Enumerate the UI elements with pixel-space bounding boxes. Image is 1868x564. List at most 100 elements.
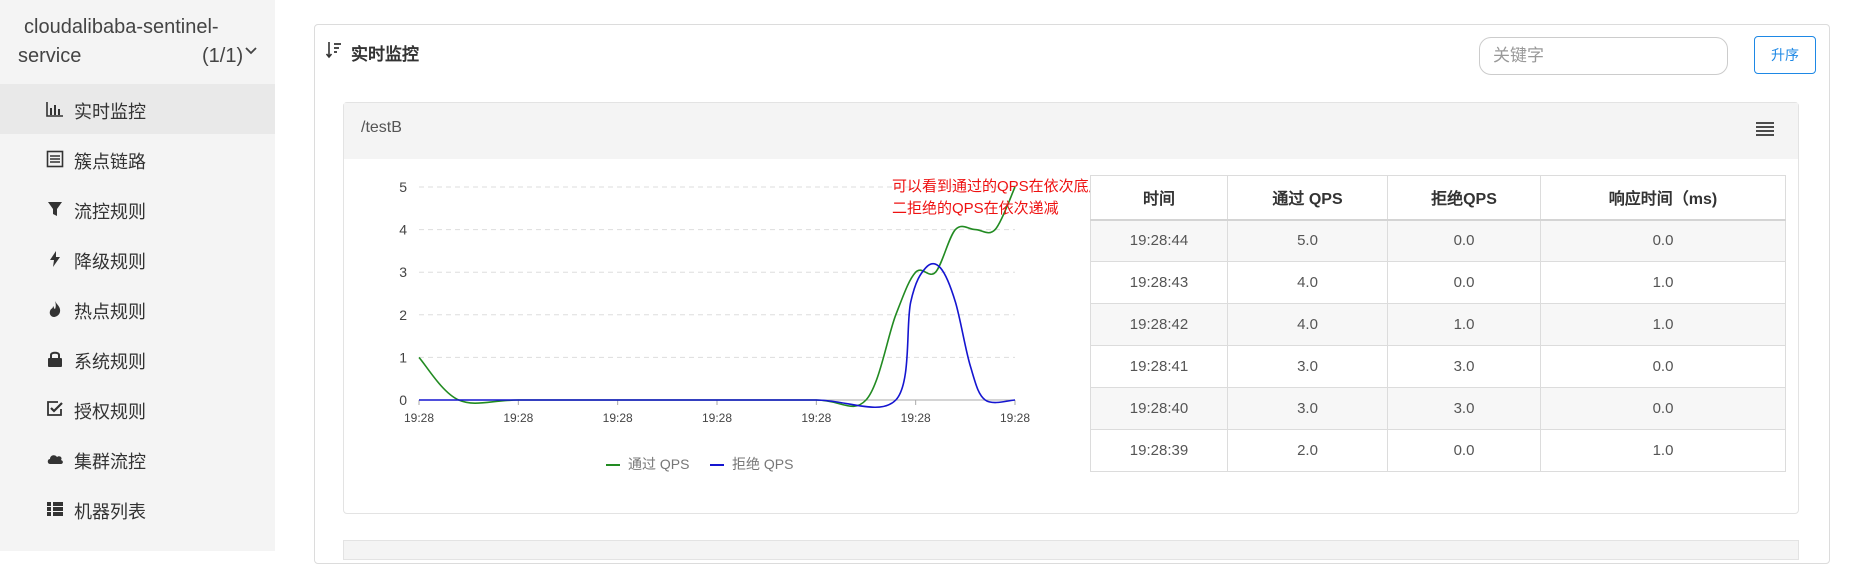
cloud-icon <box>47 455 63 464</box>
column-header: 时间 <box>1090 175 1228 221</box>
app-name: cloudalibaba-sentinel- <box>24 16 219 38</box>
sort-amount-icon <box>326 42 341 59</box>
y-tick-label: 0 <box>399 392 407 408</box>
resource-name: /testB <box>361 119 402 136</box>
y-tick-label: 4 <box>399 222 407 238</box>
table-cell: 0.0 <box>1540 219 1786 262</box>
legend-swatch <box>710 464 724 467</box>
y-tick-label: 3 <box>399 264 407 280</box>
x-tick-label: 19:28 <box>404 411 434 425</box>
sidebar-item-system-rules[interactable]: 系统规则 <box>0 334 275 384</box>
table-cell: 0.0 <box>1387 261 1541 304</box>
sidebar-item-label: 流控规则 <box>74 202 146 222</box>
legend-pass-qps[interactable]: 通过 QPS <box>606 454 689 474</box>
sidebar-item-cluster-link[interactable]: 簇点链路 <box>0 134 275 184</box>
table-cell: 1.0 <box>1540 429 1786 472</box>
x-tick-label: 19:28 <box>1000 411 1030 425</box>
x-tick-label: 19:28 <box>503 411 533 425</box>
sidebar-item-label: 机器列表 <box>74 502 146 522</box>
column-header: 响应时间（ms) <box>1540 175 1786 221</box>
table-cell: 3.0 <box>1227 387 1388 430</box>
sidebar-item-label: 系统规则 <box>74 352 146 372</box>
sidebar: cloudalibaba-sentinel- service (1/1) 实时监… <box>0 0 275 551</box>
app-header[interactable]: cloudalibaba-sentinel- service (1/1) <box>0 0 275 84</box>
resource-card-header <box>344 103 1798 159</box>
list-icon <box>46 150 64 168</box>
table-cell: 3.0 <box>1387 387 1541 430</box>
legend-swatch <box>606 464 620 467</box>
table-cell: 19:28:42 <box>1090 303 1228 346</box>
block-qps-line <box>418 262 1016 409</box>
menu-icon[interactable] <box>1756 121 1774 137</box>
x-tick-label: 19:28 <box>603 411 633 425</box>
bolt-icon <box>50 251 60 267</box>
table-cell: 3.0 <box>1387 345 1541 388</box>
x-tick-label: 19:28 <box>702 411 732 425</box>
lock-icon <box>48 351 62 367</box>
chevron-down-icon[interactable] <box>244 44 258 58</box>
sidebar-item-degrade-rules[interactable]: 降级规则 <box>0 234 275 284</box>
sidebar-item-flow-rules[interactable]: 流控规则 <box>0 184 275 234</box>
bar-chart-icon <box>46 102 63 117</box>
table-cell: 4.0 <box>1227 303 1388 346</box>
column-header: 拒绝QPS <box>1387 175 1541 221</box>
table-cell: 19:28:39 <box>1090 429 1228 472</box>
table-cell: 1.0 <box>1540 261 1786 304</box>
annotation-note: 可以看到通过的QPS在依次底层 二拒绝的QPS在依次递减 <box>892 176 1104 220</box>
annotation-line: 可以看到通过的QPS在依次底层 <box>892 178 1104 195</box>
sidebar-item-label: 授权规则 <box>74 402 146 422</box>
table-cell: 19:28:40 <box>1090 387 1228 430</box>
table-cell: 1.0 <box>1387 303 1541 346</box>
table-cell: 0.0 <box>1540 387 1786 430</box>
table-cell: 2.0 <box>1227 429 1388 472</box>
legend-label: 拒绝 QPS <box>732 456 794 472</box>
machine-count: (1/1) <box>202 45 244 67</box>
app-name-continued: service <box>18 45 82 67</box>
table-cell: 19:28:43 <box>1090 261 1228 304</box>
legend-block-qps[interactable]: 拒绝 QPS <box>710 454 793 474</box>
fire-icon <box>49 301 61 317</box>
legend-label: 通过 QPS <box>628 456 690 472</box>
sidebar-item-realtime-monitor[interactable]: 实时监控 <box>0 84 275 134</box>
annotation-line: 二拒绝的QPS在依次递减 <box>892 200 1059 217</box>
page-title: 实时监控 <box>351 45 419 64</box>
y-tick-label: 2 <box>399 307 407 323</box>
table-row: 19:28:40 3.0 3.0 0.0 <box>1090 387 1786 430</box>
table-cell: 0.0 <box>1387 219 1541 262</box>
sidebar-item-label: 降级规则 <box>74 252 146 272</box>
table-cell: 3.0 <box>1227 345 1388 388</box>
table-cell: 1.0 <box>1540 303 1786 346</box>
table-row: 19:28:43 4.0 0.0 1.0 <box>1090 261 1786 304</box>
table-cell: 19:28:41 <box>1090 345 1228 388</box>
y-tick-label: 1 <box>399 349 407 365</box>
sidebar-item-label: 热点规则 <box>74 302 146 322</box>
table-cell: 4.0 <box>1227 261 1388 304</box>
sidebar-item-machine-list[interactable]: 机器列表 <box>0 484 275 534</box>
search-input[interactable] <box>1479 37 1728 75</box>
table-cell: 0.0 <box>1387 429 1541 472</box>
x-tick-label: 19:28 <box>901 411 931 425</box>
table-cell: 0.0 <box>1540 345 1786 388</box>
table-row: 19:28:42 4.0 1.0 1.0 <box>1090 303 1786 346</box>
sidebar-item-label: 簇点链路 <box>74 152 146 172</box>
table-row: 19:28:39 2.0 0.0 1.0 <box>1090 429 1786 472</box>
y-tick-label: 5 <box>399 179 407 195</box>
table-row: 19:28:44 5.0 0.0 0.0 <box>1090 219 1786 262</box>
sidebar-item-cluster-flow[interactable]: 集群流控 <box>0 434 275 484</box>
sort-button[interactable]: 升序 <box>1754 36 1816 74</box>
next-resource-card <box>343 540 1799 560</box>
sidebar-item-hotspot-rules[interactable]: 热点规则 <box>0 284 275 334</box>
sidebar-item-auth-rules[interactable]: 授权规则 <box>0 384 275 434</box>
table-header-row: 时间 通过 QPS 拒绝QPS 响应时间（ms) <box>1090 175 1786 221</box>
table-cell: 5.0 <box>1227 219 1388 262</box>
filter-icon <box>48 202 62 216</box>
check-square-icon <box>47 401 63 416</box>
table-cell: 19:28:44 <box>1090 219 1228 262</box>
sidebar-item-label: 集群流控 <box>74 452 146 472</box>
column-header: 通过 QPS <box>1227 175 1388 221</box>
qps-table: 时间 通过 QPS 拒绝QPS 响应时间（ms) 19:28:44 5.0 0.… <box>1090 175 1786 472</box>
table-row: 19:28:41 3.0 3.0 0.0 <box>1090 345 1786 388</box>
sidebar-item-label: 实时监控 <box>74 102 146 122</box>
th-list-icon <box>47 502 63 516</box>
x-tick-label: 19:28 <box>801 411 831 425</box>
